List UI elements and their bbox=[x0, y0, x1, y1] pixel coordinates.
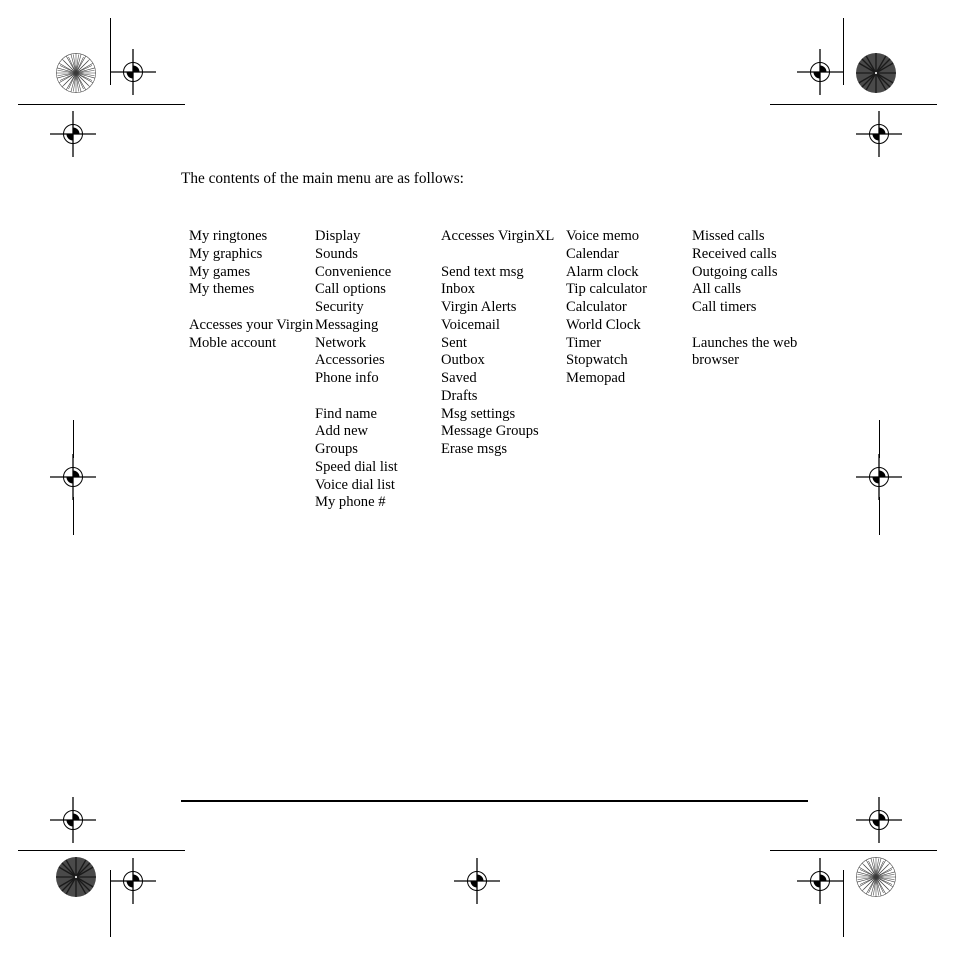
menu-item: Erase msgs bbox=[441, 441, 508, 457]
menu-column-my-stuff: My ringtones My graphics My games My the… bbox=[189, 228, 313, 352]
menu-item: Moble account bbox=[189, 334, 277, 351]
menu-item: Virgin Alerts bbox=[441, 299, 517, 315]
menu-column-tools: Voice memo Calendar Alarm clock Tip calc… bbox=[566, 228, 647, 388]
menu-item: Sent bbox=[441, 334, 467, 351]
menu-column-call-history: Missed calls Received calls Outgoing cal… bbox=[692, 228, 797, 370]
menu-item: Sounds bbox=[315, 245, 358, 262]
intro-paragraph: The contents of the main menu are as fol… bbox=[181, 170, 464, 187]
menu-item: Saved bbox=[441, 370, 477, 386]
menu-item: Msg settings bbox=[441, 405, 516, 422]
menu-item: Add new bbox=[315, 423, 369, 440]
menu-item: Call timers bbox=[692, 299, 757, 315]
column-group-gap bbox=[692, 317, 797, 335]
menu-item: Security bbox=[315, 299, 364, 315]
menu-item: Accesses VirginXL bbox=[441, 228, 555, 244]
menu-item: Messaging bbox=[315, 316, 379, 333]
menu-item: My graphics bbox=[189, 245, 263, 262]
menu-item: Missed calls bbox=[692, 228, 765, 244]
menu-item: Outbox bbox=[441, 352, 485, 369]
manual-page: The contents of the main menu are as fol… bbox=[0, 0, 954, 954]
menu-item: My games bbox=[189, 263, 251, 280]
menu-item: Outgoing calls bbox=[692, 263, 778, 280]
menu-item: My ringtones bbox=[189, 228, 268, 244]
menu-item: Calendar bbox=[566, 245, 619, 262]
footer-divider-rule bbox=[181, 800, 808, 802]
menu-item: Voice memo bbox=[566, 228, 640, 244]
menu-item: Convenience bbox=[315, 263, 392, 280]
menu-item: Accesses your Virgin bbox=[189, 316, 314, 333]
menu-item: Received calls bbox=[692, 245, 777, 262]
menu-column-messaging: Accesses VirginXL Send text msg Inbox Vi… bbox=[441, 228, 554, 459]
menu-item: Network bbox=[315, 334, 367, 351]
menu-item: Calculator bbox=[566, 299, 627, 315]
menu-item: Launches the web bbox=[692, 334, 798, 351]
menu-item: All calls bbox=[692, 281, 742, 298]
menu-item: Phone info bbox=[315, 370, 379, 386]
menu-item: Timer bbox=[566, 334, 602, 351]
column-group-gap bbox=[189, 299, 313, 317]
menu-item: Drafts bbox=[441, 387, 478, 404]
menu-column-settings-contacts: Display Sounds Convenience Call options … bbox=[315, 228, 398, 512]
menu-item: Voicemail bbox=[441, 316, 500, 333]
menu-item: Message Groups bbox=[441, 423, 539, 440]
menu-item: World Clock bbox=[566, 316, 641, 333]
menu-item: Accessories bbox=[315, 352, 385, 369]
menu-item: Stopwatch bbox=[566, 352, 628, 369]
menu-item: Display bbox=[315, 228, 361, 244]
page-content: The contents of the main menu are as fol… bbox=[0, 0, 954, 954]
menu-item: Speed dial list bbox=[315, 458, 398, 475]
menu-item: My phone # bbox=[315, 494, 386, 511]
menu-item: Alarm clock bbox=[566, 263, 639, 280]
menu-item: Send text msg bbox=[441, 263, 524, 280]
menu-item: Memopad bbox=[566, 370, 626, 386]
menu-item: Inbox bbox=[441, 281, 476, 298]
menu-item: Tip calculator bbox=[566, 281, 647, 298]
menu-item: browser bbox=[692, 352, 740, 369]
menu-item: Groups bbox=[315, 441, 358, 457]
column-group-gap bbox=[441, 246, 554, 264]
menu-item: My themes bbox=[189, 281, 255, 298]
menu-item: Voice dial list bbox=[315, 476, 395, 493]
menu-item: Find name bbox=[315, 405, 378, 422]
menu-item: Call options bbox=[315, 281, 386, 298]
column-group-gap bbox=[315, 388, 398, 406]
